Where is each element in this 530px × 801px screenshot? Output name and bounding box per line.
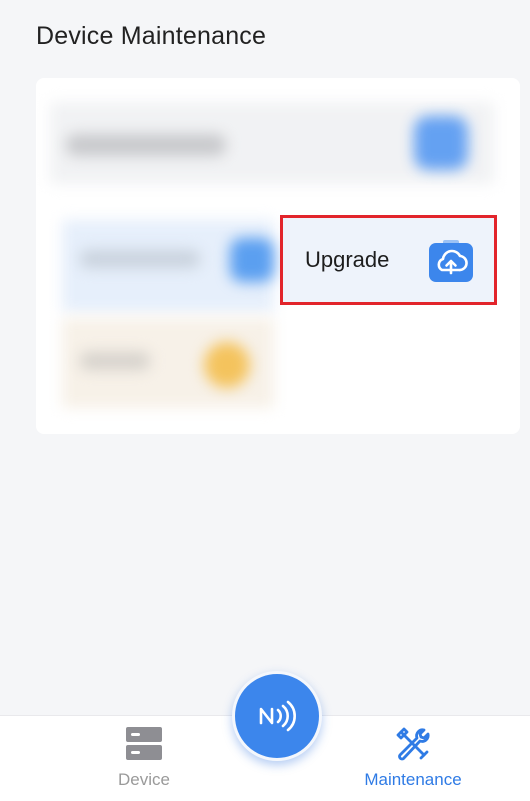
blurred-icon <box>230 238 274 282</box>
cloud-upload-icon <box>429 240 473 282</box>
tab-maintenance[interactable]: Maintenance <box>343 724 483 796</box>
blurred-icon <box>414 116 468 170</box>
blurred-label <box>80 352 150 370</box>
tab-label: Device <box>118 770 170 789</box>
nfc-icon <box>259 700 296 732</box>
tab-device[interactable]: Device <box>74 724 214 796</box>
upgrade-button[interactable]: Upgrade <box>283 218 494 302</box>
upgrade-highlight-box: Upgrade <box>280 215 497 305</box>
blurred-label <box>80 250 200 268</box>
blurred-icon <box>204 342 250 388</box>
page-title: Device Maintenance <box>36 22 267 50</box>
server-icon <box>126 727 162 760</box>
nfc-button[interactable] <box>232 671 322 761</box>
upgrade-label: Upgrade <box>305 247 390 272</box>
tab-label: Maintenance <box>364 770 462 789</box>
tools-icon <box>396 727 430 761</box>
blurred-label <box>66 134 226 156</box>
